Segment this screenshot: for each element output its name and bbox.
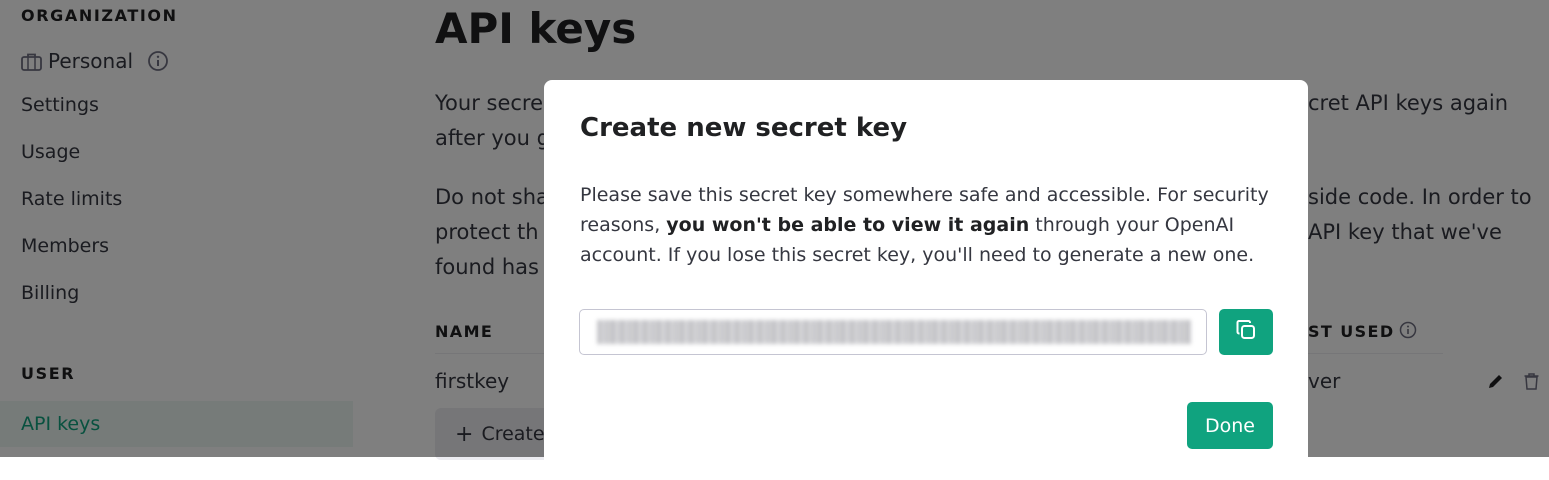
copy-key-button[interactable] — [1219, 309, 1273, 355]
modal-text-bold: you won't be able to view it again — [666, 214, 1030, 236]
create-secret-key-modal: Create new secret key Please save this s… — [544, 80, 1308, 480]
copy-icon — [1234, 318, 1258, 346]
done-button[interactable]: Done — [1187, 402, 1273, 449]
modal-title: Create new secret key — [580, 113, 908, 143]
modal-description: Please save this secret key somewhere sa… — [580, 180, 1280, 270]
secret-key-field[interactable] — [579, 309, 1207, 355]
redacted-key-value — [597, 320, 1191, 344]
